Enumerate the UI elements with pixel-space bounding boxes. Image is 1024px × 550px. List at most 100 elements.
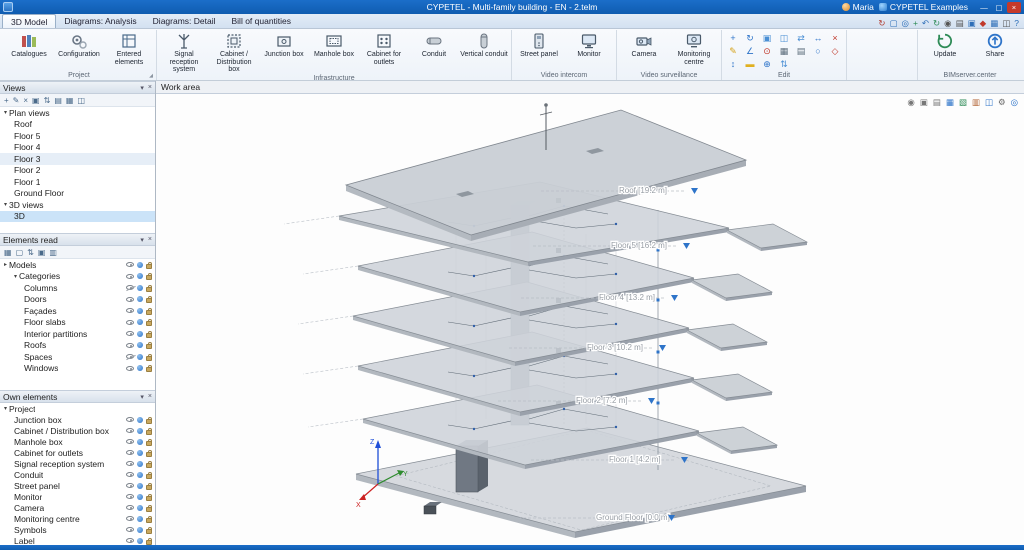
- manhole-box[interactable]: [424, 502, 442, 514]
- copy-tool[interactable]: ▣: [759, 32, 775, 45]
- tree-item-floor-slabs[interactable]: Floor slabs: [0, 317, 155, 329]
- export-view-icon[interactable]: ▦: [66, 95, 74, 106]
- swap-tool[interactable]: ⇅: [776, 58, 792, 71]
- canvas-3d[interactable]: Roof [19.2 m]Floor 5 [16.2 m]Floor 4 [13…: [156, 94, 1024, 545]
- expander-icon[interactable]: ▾: [4, 109, 7, 116]
- 3d-visibility-icon[interactable]: [137, 285, 143, 291]
- visibility-view-icon[interactable]: ◎: [1011, 97, 1018, 107]
- visibility-icon[interactable]: [126, 320, 134, 325]
- ribbon-button-catalogues[interactable]: Catalogues: [5, 31, 53, 59]
- lock-icon[interactable]: [146, 344, 152, 349]
- 3d-visibility-icon[interactable]: [137, 262, 143, 268]
- tree-item-symbols[interactable]: Symbols: [0, 524, 155, 535]
- 3d-visibility-icon[interactable]: [137, 273, 143, 279]
- account-chip[interactable]: CYPETEL Examples: [879, 2, 968, 12]
- 3d-visibility-icon[interactable]: [137, 472, 143, 478]
- tree-item-spaces[interactable]: Spaces: [0, 351, 155, 363]
- lock-icon[interactable]: [146, 310, 152, 315]
- lock-icon[interactable]: [146, 287, 152, 292]
- lock-icon[interactable]: [146, 540, 152, 545]
- lock-icon[interactable]: [146, 441, 152, 446]
- visibility-icon[interactable]: [126, 494, 134, 499]
- close-button[interactable]: ×: [1007, 2, 1021, 13]
- ribbon-button-share[interactable]: Share: [971, 31, 1019, 59]
- marker-icon[interactable]: ◆: [980, 18, 987, 28]
- balcony-slab[interactable]: [727, 224, 807, 251]
- expander-icon[interactable]: ▾: [4, 201, 7, 208]
- visibility-icon[interactable]: [126, 262, 134, 267]
- ribbon-button-conduit[interactable]: Conduit: [410, 31, 458, 59]
- circle-tool[interactable]: ○: [810, 45, 826, 58]
- target-tool[interactable]: ⊕: [759, 58, 775, 71]
- hide-all-icon[interactable]: ▢: [16, 247, 24, 258]
- visibility-icon[interactable]: [126, 538, 134, 543]
- orbit-icon[interactable]: ↻: [933, 18, 940, 28]
- balcony-slab[interactable]: [687, 324, 767, 351]
- measure-tool[interactable]: ▬: [742, 58, 758, 71]
- visibility-icon[interactable]: [126, 527, 134, 532]
- visibility-icon[interactable]: [126, 472, 134, 477]
- grid-tool[interactable]: ▦: [776, 45, 792, 58]
- tree-item-conduit[interactable]: Conduit: [0, 469, 155, 480]
- 3d-visibility-icon[interactable]: [137, 319, 143, 325]
- tree-item-project[interactable]: ▾Project: [0, 403, 155, 414]
- minimize-button[interactable]: —: [977, 2, 991, 13]
- snap-tool[interactable]: ⊙: [759, 45, 775, 58]
- 3d-visibility-icon[interactable]: [137, 308, 143, 314]
- tree-item-floor-3[interactable]: Floor 3: [0, 153, 155, 165]
- diamond-tool[interactable]: ◇: [827, 45, 843, 58]
- lock-icon[interactable]: [146, 529, 152, 534]
- tree-item-signal-reception-system[interactable]: Signal reception system: [0, 458, 155, 469]
- balcony-slab[interactable]: [697, 427, 777, 454]
- settings-view-icon[interactable]: ⚙: [998, 97, 1006, 107]
- visibility-icon[interactable]: [126, 308, 134, 313]
- tree-item-floor-5[interactable]: Floor 5: [0, 130, 155, 142]
- tree-item-floor-2[interactable]: Floor 2: [0, 165, 155, 177]
- show-all-icon[interactable]: ▦: [4, 247, 12, 258]
- layers-tool[interactable]: ▤: [793, 45, 809, 58]
- angle-tool[interactable]: ∠: [742, 45, 758, 58]
- lock-icon[interactable]: [146, 264, 152, 269]
- user-icon[interactable]: ◉: [907, 97, 914, 107]
- tree-item-plan-views[interactable]: ▾Plan views: [0, 107, 155, 119]
- camera-icon[interactable]: ◉: [944, 18, 951, 28]
- 3d-visibility-icon[interactable]: [137, 494, 143, 500]
- ribbon-button-signal-reception-system[interactable]: Signal reception system: [160, 31, 208, 74]
- layers-icon[interactable]: ▦: [990, 18, 998, 28]
- tab-diagrams-analysis[interactable]: Diagrams: Analysis: [56, 14, 144, 28]
- tab-3d-model[interactable]: 3D Model: [2, 14, 56, 28]
- visibility-icon[interactable]: [126, 354, 134, 359]
- 3d-visibility-icon[interactable]: [137, 296, 143, 302]
- visibility-icon[interactable]: [126, 516, 134, 521]
- edit-tool[interactable]: ✎: [725, 45, 741, 58]
- previous-view-icon[interactable]: ↶: [922, 18, 929, 28]
- collapse-icon[interactable]: ▾: [140, 393, 144, 401]
- ribbon-button-cabinet-for-outlets[interactable]: Cabinet for outlets: [360, 31, 408, 66]
- maximize-button[interactable]: ▢: [992, 2, 1006, 13]
- palette-icon[interactable]: ▥: [972, 97, 980, 107]
- tree-item-manhole-box[interactable]: Manhole box: [0, 436, 155, 447]
- zoom-window-icon[interactable]: ▢: [890, 18, 898, 28]
- lock-icon[interactable]: [146, 367, 152, 372]
- tab-bill-of-quantities[interactable]: Bill of quantities: [224, 14, 300, 28]
- 3d-visibility-icon[interactable]: [137, 342, 143, 348]
- expander-icon[interactable]: ▾: [14, 273, 17, 280]
- 3d-visibility-icon[interactable]: [137, 527, 143, 533]
- visibility-icon[interactable]: [126, 461, 134, 466]
- lock-icon[interactable]: [146, 321, 152, 326]
- 3d-visibility-icon[interactable]: [137, 417, 143, 423]
- expander-icon[interactable]: ▸: [4, 261, 7, 268]
- lock-icon[interactable]: [146, 474, 152, 479]
- edit-view-icon[interactable]: ✎: [13, 95, 20, 106]
- expander-icon[interactable]: ▾: [4, 405, 7, 412]
- screens-icon[interactable]: ◫: [985, 97, 993, 107]
- 3d-visibility-icon[interactable]: [137, 538, 143, 544]
- visibility-icon[interactable]: [126, 505, 134, 510]
- balcony-slab[interactable]: [692, 274, 772, 301]
- filter-icon[interactable]: ▥: [49, 247, 57, 258]
- grid-view-icon[interactable]: ▧: [959, 97, 967, 107]
- visibility-icon[interactable]: [126, 366, 134, 371]
- tree-item-street-panel[interactable]: Street panel: [0, 480, 155, 491]
- tree-item-camera[interactable]: Camera: [0, 502, 155, 513]
- visibility-icon[interactable]: [126, 450, 134, 455]
